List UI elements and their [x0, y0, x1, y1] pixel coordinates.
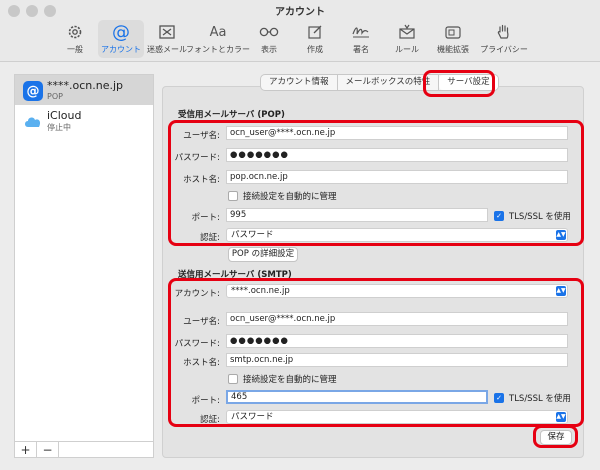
outgoing-auth-select[interactable]: パスワード ▲▼ [226, 410, 568, 424]
at-icon: @ [23, 81, 43, 101]
incoming-password-label: パスワード: [174, 153, 220, 163]
toolbar-fonts[interactable]: Aa フォントとカラー [186, 20, 250, 58]
outgoing-auth-label: 認証: [200, 415, 220, 425]
toolbar-privacy[interactable]: プライバシー [476, 20, 532, 58]
toolbar-extensions[interactable]: 機能拡張 [430, 20, 476, 58]
incoming-auth-label: 認証: [200, 233, 220, 243]
add-account-button[interactable]: + [15, 442, 37, 457]
outgoing-tls[interactable]: ✓ TLS/SSL を使用 [494, 392, 571, 404]
gear-icon [64, 22, 86, 42]
account-status: 停止中 [47, 123, 71, 132]
account-row-icloud[interactable]: iCloud 停止中 [15, 105, 153, 135]
outgoing-port-label: ポート: [191, 396, 220, 406]
preferences-toolbar: 一般 @ アカウント 迷惑メール Aa フォントとカラー 表示 作成 署名 ルー… [52, 20, 532, 58]
junk-tray-icon [156, 22, 178, 42]
title-bar: アカウント 一般 @ アカウント 迷惑メール Aa フォントとカラー 表示 作成… [0, 0, 600, 62]
incoming-auth-value: パスワード [231, 230, 274, 240]
outgoing-account-label: アカウント: [174, 289, 220, 299]
incoming-auto-manage-checkbox[interactable] [228, 191, 238, 201]
outgoing-password-field[interactable]: ●●●●●●● [226, 334, 568, 348]
toolbar-label: 一般 [67, 45, 83, 54]
toolbar-label: 表示 [261, 45, 277, 54]
settings-tabs: アカウント情報 メールボックスの特性 サーバ設定 [260, 74, 499, 91]
sidebar-controls: + − [15, 441, 153, 457]
chevron-updown-icon: ▲▼ [556, 412, 566, 422]
outgoing-tls-checkbox[interactable]: ✓ [494, 393, 504, 403]
toolbar-viewing[interactable]: 表示 [246, 20, 292, 58]
outgoing-password-label: パスワード: [174, 339, 220, 349]
outgoing-tls-label: TLS/SSL を使用 [509, 394, 571, 404]
toolbar-accounts[interactable]: @ アカウント [98, 20, 144, 58]
toolbar-rules[interactable]: ルール [384, 20, 430, 58]
signature-icon [350, 22, 372, 42]
toolbar-label: 署名 [353, 45, 369, 54]
rules-icon [396, 22, 418, 42]
toolbar-label: 作成 [307, 45, 323, 54]
hand-icon [493, 22, 515, 42]
outgoing-host-label: ホスト名: [183, 358, 220, 368]
glasses-icon [258, 22, 280, 42]
compose-icon [304, 22, 326, 42]
account-name: iCloud [47, 109, 82, 122]
outgoing-auto-manage[interactable]: 接続設定を自動的に管理 [228, 373, 337, 385]
incoming-section-title: 受信用メールサーバ (POP) [178, 110, 285, 120]
toolbar-junk[interactable]: 迷惑メール [144, 20, 190, 58]
toolbar-label: ルール [395, 45, 419, 54]
outgoing-username-field[interactable]: ocn_user@****.ocn.ne.jp [226, 312, 568, 326]
incoming-host-label: ホスト名: [183, 175, 220, 185]
incoming-tls-checkbox[interactable]: ✓ [494, 211, 504, 221]
toolbar-label: フォントとカラー [186, 45, 250, 54]
incoming-username-field[interactable]: ocn_user@****.ocn.ne.jp [226, 126, 568, 140]
outgoing-section-title: 送信用メールサーバ (SMTP) [178, 270, 292, 280]
incoming-auto-manage[interactable]: 接続設定を自動的に管理 [228, 190, 337, 202]
at-icon: @ [112, 21, 130, 43]
incoming-auto-manage-label: 接続設定を自動的に管理 [243, 192, 337, 202]
outgoing-account-select[interactable]: ****.ocn.ne.jp ▲▼ [226, 284, 568, 298]
account-name: ****.ocn.ne.jp [47, 79, 124, 92]
chevron-updown-icon: ▲▼ [556, 230, 566, 240]
pop-advanced-button[interactable]: POP の詳細設定 [228, 247, 298, 262]
account-type: POP [47, 92, 63, 101]
outgoing-auto-manage-label: 接続設定を自動的に管理 [243, 375, 337, 385]
window-title: アカウント [275, 7, 325, 18]
outgoing-host-field[interactable]: smtp.ocn.ne.jp [226, 353, 568, 367]
accounts-sidebar: @ ****.ocn.ne.jp POP iCloud 停止中 + − [14, 74, 154, 458]
incoming-username-label: ユーザ名: [183, 131, 220, 141]
incoming-tls[interactable]: ✓ TLS/SSL を使用 [494, 210, 571, 222]
incoming-port-label: ポート: [191, 213, 220, 223]
outgoing-account-value: ****.ocn.ne.jp [231, 286, 290, 296]
tab-account-info[interactable]: アカウント情報 [261, 75, 338, 90]
account-row-ocn[interactable]: @ ****.ocn.ne.jp POP [15, 75, 153, 105]
tab-mailbox-behaviors[interactable]: メールボックスの特性 [338, 75, 440, 90]
outgoing-username-label: ユーザ名: [183, 317, 220, 327]
outgoing-auto-manage-checkbox[interactable] [228, 374, 238, 384]
outgoing-port-field[interactable]: 465 [226, 390, 488, 404]
font-icon: Aa [209, 24, 227, 40]
incoming-tls-label: TLS/SSL を使用 [509, 212, 571, 222]
toolbar-composing[interactable]: 作成 [292, 20, 338, 58]
remove-account-button[interactable]: − [37, 442, 59, 457]
chevron-updown-icon: ▲▼ [556, 286, 566, 296]
toolbar-signatures[interactable]: 署名 [338, 20, 384, 58]
save-button[interactable]: 保存 [540, 430, 572, 445]
extensions-icon [442, 22, 464, 42]
tab-server-settings[interactable]: サーバ設定 [439, 75, 498, 90]
incoming-host-field[interactable]: pop.ocn.ne.jp [226, 170, 568, 184]
toolbar-label: プライバシー [480, 45, 528, 54]
incoming-password-field[interactable]: ●●●●●●● [226, 148, 568, 162]
toolbar-label: 迷惑メール [147, 45, 187, 54]
toolbar-label: 機能拡張 [437, 45, 469, 54]
incoming-port-field[interactable]: 995 [226, 208, 488, 222]
outgoing-auth-value: パスワード [231, 412, 274, 422]
cloud-icon [23, 111, 43, 131]
toolbar-label: アカウント [101, 45, 141, 54]
toolbar-general[interactable]: 一般 [52, 20, 98, 58]
incoming-auth-select[interactable]: パスワード ▲▼ [226, 228, 568, 242]
